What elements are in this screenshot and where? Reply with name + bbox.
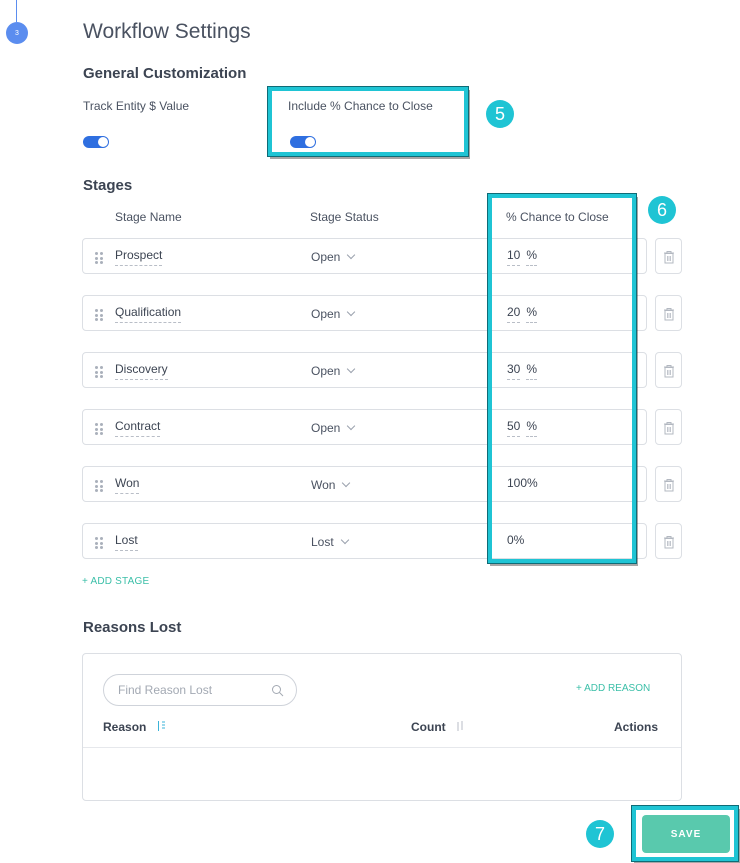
stage-status-select[interactable]: Open [311, 421, 356, 435]
add-reason-link[interactable]: + ADD REASON [576, 683, 650, 694]
stage-status-select[interactable]: Open [311, 364, 356, 378]
callout-badge-6: 6 [648, 196, 676, 224]
sort-icon[interactable] [156, 720, 166, 732]
col-count[interactable]: Count [411, 720, 465, 734]
stage-status-value: Open [311, 421, 341, 435]
delete-stage-button[interactable] [655, 523, 682, 559]
drag-handle-icon[interactable] [95, 480, 103, 492]
delete-stage-button[interactable] [655, 466, 682, 502]
stage-name-field[interactable]: Won [115, 476, 140, 494]
delete-stage-button[interactable] [655, 238, 682, 274]
stages-title: Stages [83, 177, 133, 194]
table-divider [83, 747, 681, 748]
include-chance-toggle[interactable] [290, 136, 316, 148]
stage-status-value: Lost [311, 535, 334, 549]
trash-icon [664, 422, 674, 435]
sort-icon[interactable] [455, 720, 465, 732]
col-count-label: Count [411, 720, 446, 734]
add-stage-link[interactable]: + ADD STAGE [82, 576, 149, 587]
chevron-down-icon [342, 478, 351, 488]
search-icon [272, 685, 284, 697]
track-entity-toggle[interactable] [83, 136, 109, 148]
reason-search-input[interactable]: Find Reason Lost [103, 674, 297, 706]
stage-name-field[interactable]: Prospect [115, 248, 163, 266]
general-customization-title: General Customization [83, 65, 247, 82]
drag-handle-icon[interactable] [95, 309, 103, 321]
stage-name-field[interactable]: Lost [115, 533, 138, 551]
stage-status-value: Won [311, 478, 336, 492]
callout-badge-7: 7 [586, 820, 614, 848]
delete-stage-button[interactable] [655, 409, 682, 445]
stage-name-field[interactable]: Contract [115, 419, 161, 437]
reasons-lost-title: Reasons Lost [83, 619, 182, 636]
chevron-down-icon [347, 421, 356, 431]
delete-stage-button[interactable] [655, 352, 682, 388]
delete-stage-button[interactable] [655, 295, 682, 331]
trash-icon [664, 308, 674, 321]
step-connector-line [16, 0, 17, 22]
callout-highlight-6 [488, 194, 636, 563]
chevron-down-icon [347, 250, 356, 260]
step-indicator: 3 [6, 22, 28, 44]
toggle-knob [305, 137, 315, 147]
col-stage-status: Stage Status [310, 210, 379, 224]
stage-status-select[interactable]: Open [311, 250, 356, 264]
step-number: 3 [15, 29, 19, 37]
include-chance-label: Include % Chance to Close [288, 99, 433, 113]
stage-name-field[interactable]: Qualification [115, 305, 182, 323]
stage-status-select[interactable]: Won [311, 478, 351, 492]
stage-status-value: Open [311, 364, 341, 378]
trash-icon [664, 479, 674, 492]
stage-status-value: Open [311, 307, 341, 321]
stage-name-field[interactable]: Discovery [115, 362, 168, 380]
drag-handle-icon[interactable] [95, 252, 103, 264]
search-placeholder: Find Reason Lost [118, 683, 213, 697]
stage-status-select[interactable]: Open [311, 307, 356, 321]
page-title: Workflow Settings [83, 20, 251, 43]
trash-icon [664, 251, 674, 264]
col-stage-name: Stage Name [115, 210, 182, 224]
toggle-knob [98, 137, 108, 147]
chevron-down-icon [347, 307, 356, 317]
chevron-down-icon [347, 364, 356, 374]
chevron-down-icon [340, 535, 349, 545]
callout-badge-5: 5 [486, 100, 514, 128]
trash-icon [664, 365, 674, 378]
col-reason[interactable]: Reason [103, 720, 166, 734]
track-entity-label: Track Entity $ Value [83, 99, 190, 113]
col-actions: Actions [614, 720, 659, 734]
trash-icon [664, 536, 674, 549]
drag-handle-icon[interactable] [95, 423, 103, 435]
drag-handle-icon[interactable] [95, 366, 103, 378]
stage-status-value: Open [311, 250, 341, 264]
drag-handle-icon[interactable] [95, 537, 103, 549]
stage-status-select[interactable]: Lost [311, 535, 349, 549]
save-button[interactable]: SAVE [642, 815, 730, 853]
col-reason-label: Reason [103, 720, 147, 734]
